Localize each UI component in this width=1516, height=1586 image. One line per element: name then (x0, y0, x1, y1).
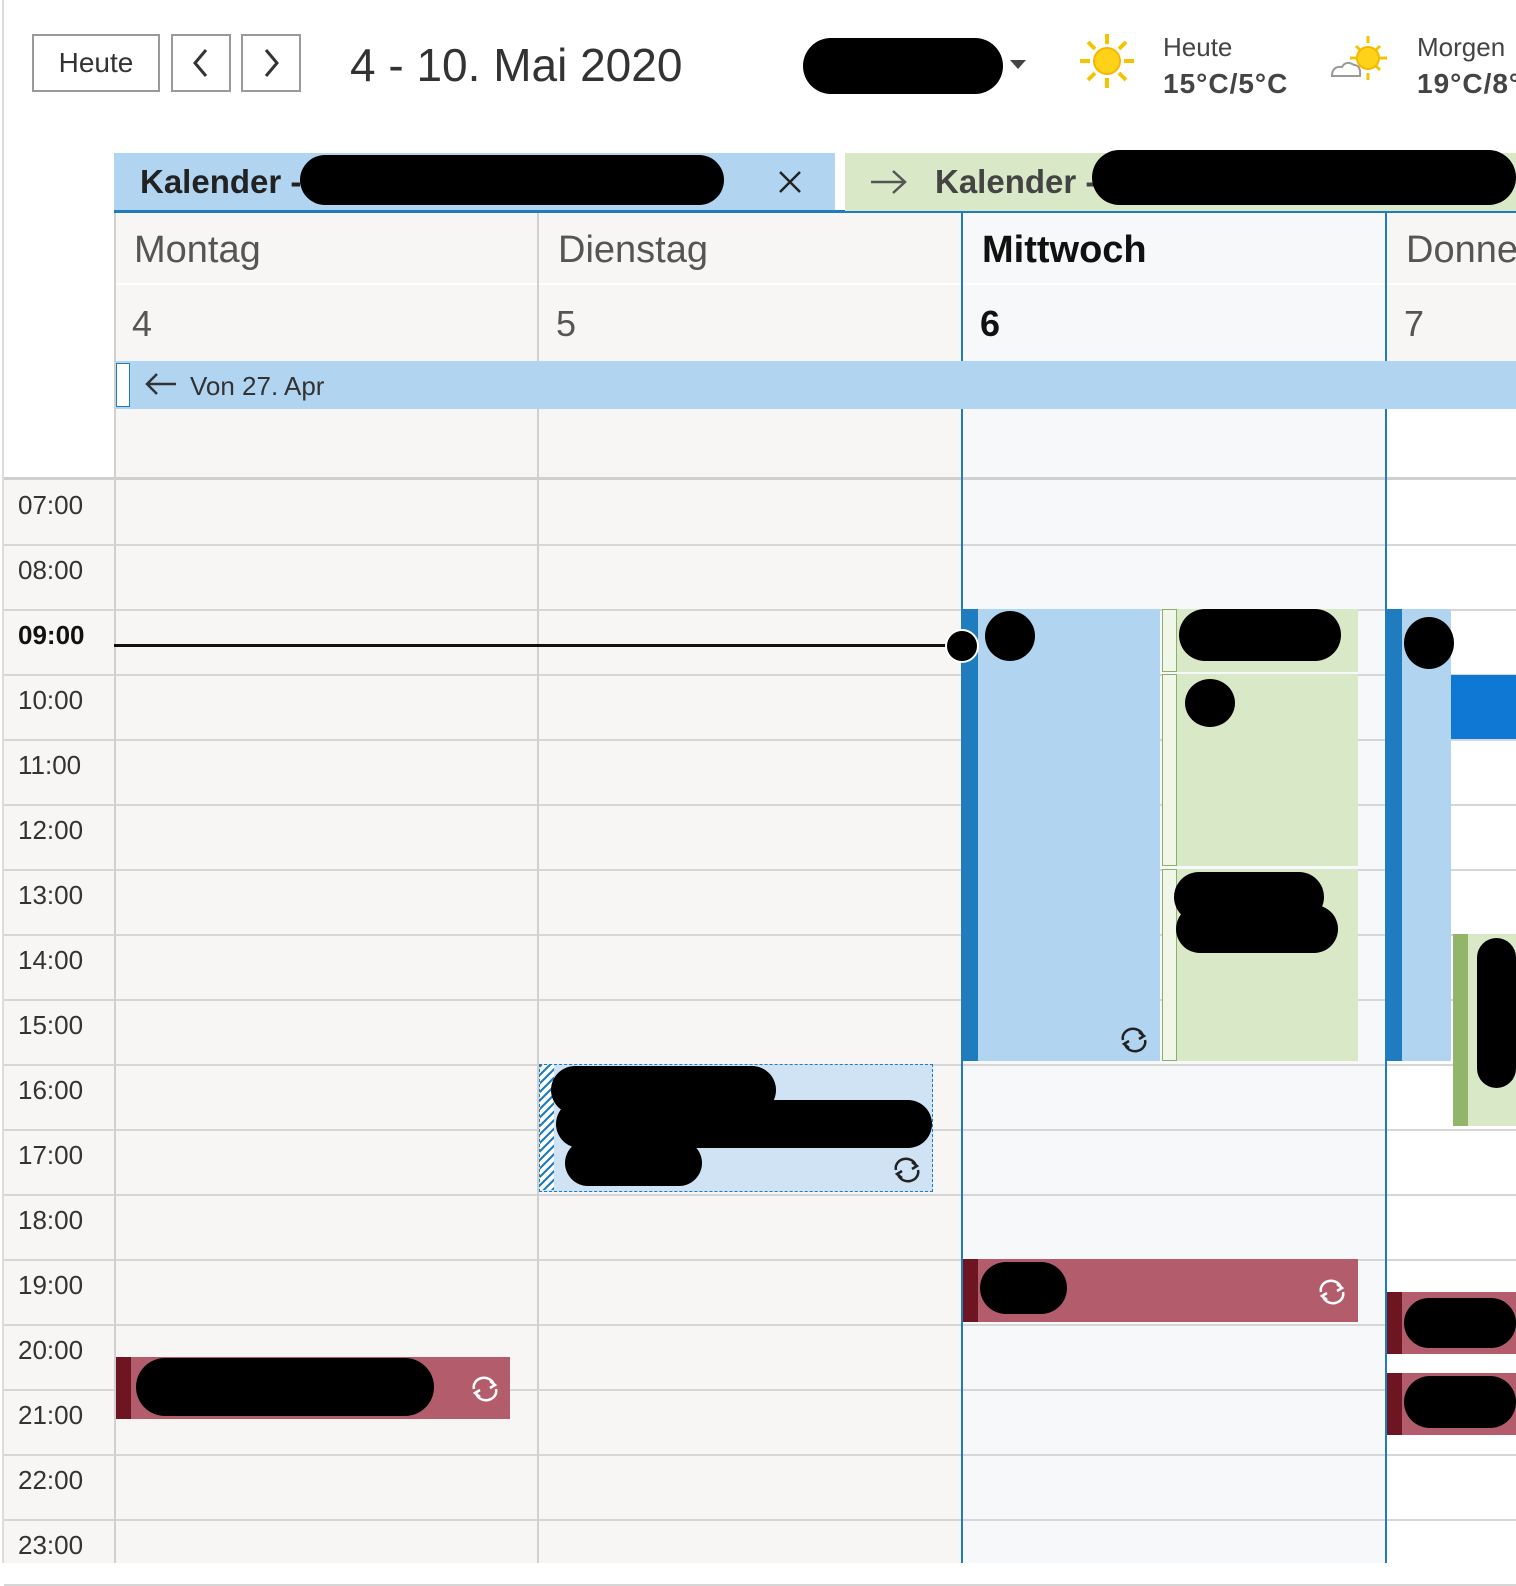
day-header-wednesday[interactable]: Mittwoch (962, 213, 1386, 283)
hour-gridline (4, 1194, 1516, 1196)
close-icon[interactable] (778, 170, 802, 194)
day-number: 7 (1404, 303, 1425, 344)
hour-label: 12:00 (18, 815, 84, 845)
event-status-strip (116, 363, 130, 407)
column-divider (537, 409, 539, 1563)
arrow-right-icon[interactable] (869, 167, 909, 197)
day-header-thursday[interactable]: Donne (1386, 213, 1516, 283)
date-range-title: 4 - 10. Mai 2020 (350, 39, 683, 91)
event-title-redacted (1179, 609, 1341, 661)
event-title-redacted (1176, 905, 1338, 953)
day-number-thursday[interactable]: 7 (1386, 285, 1516, 361)
calendar-owner-redacted (1092, 150, 1516, 205)
event-status-bar (1453, 934, 1468, 1126)
weather-tomorrow-label: Morgen (1417, 32, 1506, 62)
hour-gridline (4, 1454, 1516, 1456)
today-column-border (961, 213, 963, 361)
event-status-bar (963, 1259, 978, 1322)
location-name-redacted[interactable] (803, 38, 1003, 94)
weather-today-label: Heute (1163, 32, 1233, 62)
event-status-bar (963, 609, 978, 1061)
event-title-redacted (985, 611, 1035, 661)
hour-label: 23:00 (18, 1530, 84, 1560)
hour-label: 14:00 (18, 945, 84, 975)
day-name: Mittwoch (982, 229, 1147, 271)
recurring-icon (1121, 1027, 1147, 1053)
chevron-left-icon (193, 49, 208, 77)
previous-week-button[interactable] (171, 34, 231, 92)
arrow-left-icon (145, 373, 176, 395)
event-title-redacted (1404, 1376, 1516, 1428)
allday-area-thursday[interactable] (1386, 409, 1516, 477)
calendar-tab-label: Kalender - (935, 163, 1097, 200)
hour-gridline (4, 544, 1516, 546)
current-time-line (114, 644, 962, 647)
event-status-bar (1387, 1292, 1402, 1354)
hour-label: 11:00 (18, 750, 82, 780)
column-divider (537, 213, 539, 361)
event-thursday-blue[interactable] (1387, 609, 1451, 1061)
hour-label: 15:00 (18, 1010, 84, 1040)
event-status-strip (1162, 609, 1177, 672)
allday-area-today[interactable] (962, 409, 1386, 477)
hour-label: 22:00 (18, 1465, 84, 1495)
recurring-icon (1319, 1279, 1345, 1305)
event-status-strip (1162, 674, 1177, 866)
calendar-tab-label: Kalender - (140, 163, 302, 200)
day-number: 6 (980, 303, 1001, 344)
day-number: 5 (556, 303, 577, 344)
event-title-redacted (565, 1140, 702, 1186)
day-number-wednesday[interactable]: 6 (962, 285, 1386, 361)
allday-event-label: Von 27. Apr (190, 371, 325, 401)
hour-gridline (4, 1519, 1516, 1521)
next-week-button[interactable] (241, 34, 301, 92)
event-title-redacted (1477, 938, 1516, 1088)
day-number: 4 (132, 303, 153, 344)
day-name: Montag (134, 229, 261, 271)
day-name: Donne (1406, 229, 1516, 271)
event-title-redacted (1404, 617, 1454, 669)
allday-event-banner[interactable]: Von 27. Apr (114, 361, 1516, 409)
event-status-bar (116, 1357, 131, 1419)
weather-tomorrow-temp: 19°C/8° (1417, 68, 1516, 99)
recurring-icon (894, 1157, 920, 1183)
today-column-border (1385, 213, 1387, 361)
today-button[interactable]: Heute (32, 34, 160, 92)
hour-gridline (4, 1324, 1516, 1326)
recurring-icon (472, 1376, 498, 1402)
event-title-redacted (1185, 679, 1235, 727)
partly-cloudy-icon (1330, 36, 1387, 80)
left-border (2, 0, 4, 1563)
event-title-redacted (1404, 1298, 1516, 1348)
day-number-monday[interactable]: 4 (114, 285, 538, 361)
sun-icon (1080, 34, 1134, 88)
dropdown-arrow-icon[interactable] (1010, 58, 1026, 70)
event-wednesday-blue[interactable] (963, 609, 1160, 1061)
day-name: Dienstag (558, 229, 708, 271)
hour-label: 13:00 (18, 880, 84, 910)
day-header-monday[interactable]: Montag (114, 213, 538, 283)
weather-today-temp: 15°C/5°C (1163, 68, 1289, 99)
hour-label: 17:00 (18, 1140, 84, 1170)
hour-label: 18:00 (18, 1205, 84, 1235)
event-title-redacted (980, 1262, 1067, 1314)
day-number-tuesday[interactable]: 5 (538, 285, 962, 361)
event-status-bar (1387, 1373, 1402, 1435)
chevron-right-icon (264, 49, 279, 77)
event-thursday-selected[interactable] (1451, 675, 1516, 739)
hour-label: 09:00 (18, 620, 85, 650)
hour-label: 10:00 (18, 685, 84, 715)
hour-label: 21:00 (18, 1400, 84, 1430)
calendar-owner-redacted (300, 155, 724, 205)
hour-label: 16:00 (18, 1075, 84, 1105)
hour-label: 07:00 (18, 490, 84, 520)
day-header-tuesday[interactable]: Dienstag (538, 213, 962, 283)
event-title-redacted (136, 1358, 434, 1416)
current-time-marker (945, 629, 979, 663)
hour-label: 19:00 (18, 1270, 84, 1300)
hour-label: 20:00 (18, 1335, 84, 1365)
event-status-bar (1387, 609, 1402, 1061)
hour-label: 08:00 (18, 555, 84, 585)
